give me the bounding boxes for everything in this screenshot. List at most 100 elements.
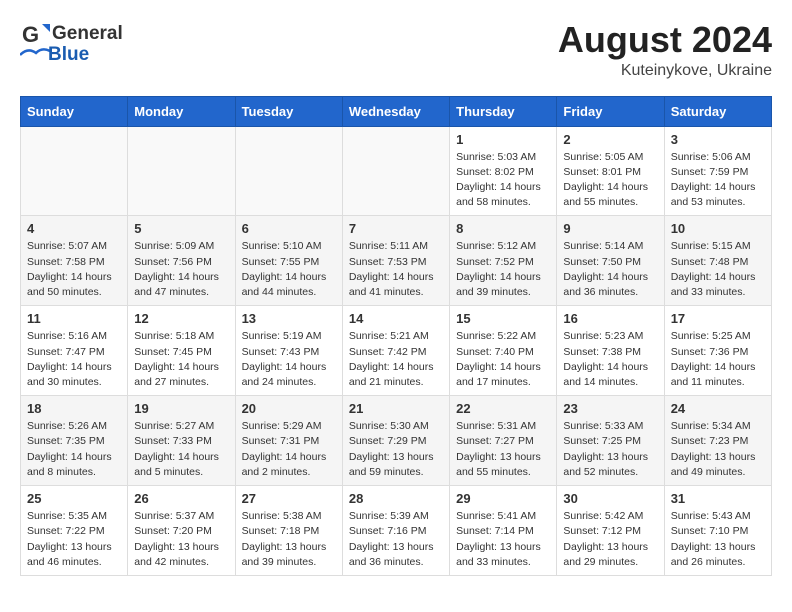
calendar-day-cell: 10Sunrise: 5:15 AMSunset: 7:48 PMDayligh…: [664, 216, 771, 306]
calendar-week-row: 18Sunrise: 5:26 AMSunset: 7:35 PMDayligh…: [21, 396, 772, 486]
calendar-day-cell: 8 Sunrise: 5:12 AMSunset: 7:52 PMDaylight…: [450, 216, 557, 306]
calendar-day-cell: 28 Sunrise: 5:39 AMSunset: 7:16 PMDayligh…: [342, 486, 449, 576]
day-number: 11: [27, 311, 121, 326]
day-number: 30: [563, 491, 657, 506]
calendar-day-cell: 21 Sunrise: 5:30 AMSunset: 7:29 PMDayligh…: [342, 396, 449, 486]
calendar-day-cell: 9 Sunrise: 5:14 AMSunset: 7:50 PMDaylight…: [557, 216, 664, 306]
day-number: 24: [671, 401, 765, 416]
calendar-day-cell: 26 Sunrise: 5:37 AMSunset: 7:20 PMDayligh…: [128, 486, 235, 576]
weekday-header-friday: Friday: [557, 96, 664, 126]
day-number: 19: [134, 401, 228, 416]
weekday-header-wednesday: Wednesday: [342, 96, 449, 126]
day-info: Sunrise: 5:37 AMSunset: 7:20 PMDaylight:…: [134, 509, 228, 570]
month-year-title: August 2024: [558, 20, 772, 60]
day-info: Sunrise: 5:33 AMSunset: 7:25 PMDaylight:…: [563, 419, 657, 480]
day-number: 3: [671, 132, 765, 147]
calendar-day-cell: 15 Sunrise: 5:22 AMSunset: 7:40 PMDayligh…: [450, 306, 557, 396]
day-number: 1: [456, 132, 550, 147]
day-info: Sunrise: 5:05 AMSunset: 8:01 PMDaylight:…: [563, 150, 657, 211]
calendar-day-cell: 24 Sunrise: 5:34 AMSunset: 7:23 PMDayligh…: [664, 396, 771, 486]
calendar-day-cell: 31 Sunrise: 5:43 AMSunset: 7:10 PMDayligh…: [664, 486, 771, 576]
day-number: 13: [242, 311, 336, 326]
calendar-day-cell: 23 Sunrise: 5:33 AMSunset: 7:25 PMDayligh…: [557, 396, 664, 486]
day-number: 14: [349, 311, 443, 326]
day-info: Sunrise: 5:26 AMSunset: 7:35 PMDaylight:…: [27, 419, 121, 480]
day-info: Sunrise: 5:15 AMSunset: 7:48 PMDaylight:…: [671, 239, 765, 300]
calendar-day-cell: 6 Sunrise: 5:10 AMSunset: 7:55 PMDaylight…: [235, 216, 342, 306]
day-info: Sunrise: 5:19 AMSunset: 7:43 PMDaylight:…: [242, 329, 336, 390]
day-info: Sunrise: 5:31 AMSunset: 7:27 PMDaylight:…: [456, 419, 550, 480]
day-number: 31: [671, 491, 765, 506]
day-number: 29: [456, 491, 550, 506]
calendar-week-row: 1 Sunrise: 5:03 AMSunset: 8:02 PMDaylight…: [21, 126, 772, 216]
weekday-header-sunday: Sunday: [21, 96, 128, 126]
day-info: Sunrise: 5:10 AMSunset: 7:55 PMDaylight:…: [242, 239, 336, 300]
day-info: Sunrise: 5:25 AMSunset: 7:36 PMDaylight:…: [671, 329, 765, 390]
day-info: Sunrise: 5:42 AMSunset: 7:12 PMDaylight:…: [563, 509, 657, 570]
logo-blue-text: Blue: [48, 44, 89, 67]
calendar-day-cell: 30 Sunrise: 5:42 AMSunset: 7:12 PMDayligh…: [557, 486, 664, 576]
day-info: Sunrise: 5:14 AMSunset: 7:50 PMDaylight:…: [563, 239, 657, 300]
calendar-week-row: 25 Sunrise: 5:35 AMSunset: 7:22 PMDayligh…: [21, 486, 772, 576]
calendar-day-cell: 25 Sunrise: 5:35 AMSunset: 7:22 PMDayligh…: [21, 486, 128, 576]
calendar-day-cell: 14Sunrise: 5:21 AMSunset: 7:42 PMDayligh…: [342, 306, 449, 396]
calendar-day-cell: 16 Sunrise: 5:23 AMSunset: 7:38 PMDayligh…: [557, 306, 664, 396]
calendar-day-cell: 11 Sunrise: 5:16 AMSunset: 7:47 PMDayligh…: [21, 306, 128, 396]
day-info: Sunrise: 5:27 AMSunset: 7:33 PMDaylight:…: [134, 419, 228, 480]
calendar-day-cell: 22 Sunrise: 5:31 AMSunset: 7:27 PMDayligh…: [450, 396, 557, 486]
calendar-day-cell: 7Sunrise: 5:11 AMSunset: 7:53 PMDaylight…: [342, 216, 449, 306]
day-number: 20: [242, 401, 336, 416]
calendar-day-cell: 18Sunrise: 5:26 AMSunset: 7:35 PMDayligh…: [21, 396, 128, 486]
calendar-day-cell: [342, 126, 449, 216]
day-number: 23: [563, 401, 657, 416]
calendar-table: SundayMondayTuesdayWednesdayThursdayFrid…: [20, 96, 772, 576]
day-info: Sunrise: 5:12 AMSunset: 7:52 PMDaylight:…: [456, 239, 550, 300]
day-number: 16: [563, 311, 657, 326]
day-info: Sunrise: 5:23 AMSunset: 7:38 PMDaylight:…: [563, 329, 657, 390]
calendar-day-cell: 29 Sunrise: 5:41 AMSunset: 7:14 PMDayligh…: [450, 486, 557, 576]
calendar-day-cell: 1 Sunrise: 5:03 AMSunset: 8:02 PMDaylight…: [450, 126, 557, 216]
day-number: 21: [349, 401, 443, 416]
day-info: Sunrise: 5:43 AMSunset: 7:10 PMDaylight:…: [671, 509, 765, 570]
day-number: 15: [456, 311, 550, 326]
day-info: Sunrise: 5:18 AMSunset: 7:45 PMDaylight:…: [134, 329, 228, 390]
logo-general-text: General: [52, 23, 123, 46]
calendar-day-cell: 20 Sunrise: 5:29 AMSunset: 7:31 PMDayligh…: [235, 396, 342, 486]
day-info: Sunrise: 5:03 AMSunset: 8:02 PMDaylight:…: [456, 150, 550, 211]
calendar-day-cell: 2 Sunrise: 5:05 AMSunset: 8:01 PMDaylight…: [557, 126, 664, 216]
day-info: Sunrise: 5:16 AMSunset: 7:47 PMDaylight:…: [27, 329, 121, 390]
day-info: Sunrise: 5:34 AMSunset: 7:23 PMDaylight:…: [671, 419, 765, 480]
calendar-week-row: 11 Sunrise: 5:16 AMSunset: 7:47 PMDayligh…: [21, 306, 772, 396]
day-number: 4: [27, 221, 121, 236]
day-number: 2: [563, 132, 657, 147]
logo: G General Blue: [20, 20, 123, 67]
day-info: Sunrise: 5:09 AMSunset: 7:56 PMDaylight:…: [134, 239, 228, 300]
logo-bird-icon: [20, 45, 50, 65]
day-number: 26: [134, 491, 228, 506]
day-number: 27: [242, 491, 336, 506]
day-info: Sunrise: 5:29 AMSunset: 7:31 PMDaylight:…: [242, 419, 336, 480]
day-number: 9: [563, 221, 657, 236]
day-number: 28: [349, 491, 443, 506]
calendar-day-cell: 19 Sunrise: 5:27 AMSunset: 7:33 PMDayligh…: [128, 396, 235, 486]
day-number: 25: [27, 491, 121, 506]
day-number: 22: [456, 401, 550, 416]
day-info: Sunrise: 5:39 AMSunset: 7:16 PMDaylight:…: [349, 509, 443, 570]
weekday-header-monday: Monday: [128, 96, 235, 126]
day-number: 6: [242, 221, 336, 236]
day-number: 12: [134, 311, 228, 326]
calendar-day-cell: 17 Sunrise: 5:25 AMSunset: 7:36 PMDayligh…: [664, 306, 771, 396]
day-info: Sunrise: 5:22 AMSunset: 7:40 PMDaylight:…: [456, 329, 550, 390]
day-number: 8: [456, 221, 550, 236]
day-info: Sunrise: 5:07 AMSunset: 7:58 PMDaylight:…: [27, 239, 121, 300]
day-info: Sunrise: 5:35 AMSunset: 7:22 PMDaylight:…: [27, 509, 121, 570]
day-info: Sunrise: 5:06 AMSunset: 7:59 PMDaylight:…: [671, 150, 765, 211]
day-number: 17: [671, 311, 765, 326]
location-subtitle: Kuteinykove, Ukraine: [558, 62, 772, 80]
calendar-week-row: 4 Sunrise: 5:07 AMSunset: 7:58 PMDaylight…: [21, 216, 772, 306]
calendar-day-cell: [235, 126, 342, 216]
calendar-day-cell: [128, 126, 235, 216]
day-info: Sunrise: 5:30 AMSunset: 7:29 PMDaylight:…: [349, 419, 443, 480]
day-info: Sunrise: 5:41 AMSunset: 7:14 PMDaylight:…: [456, 509, 550, 570]
calendar-day-cell: [21, 126, 128, 216]
